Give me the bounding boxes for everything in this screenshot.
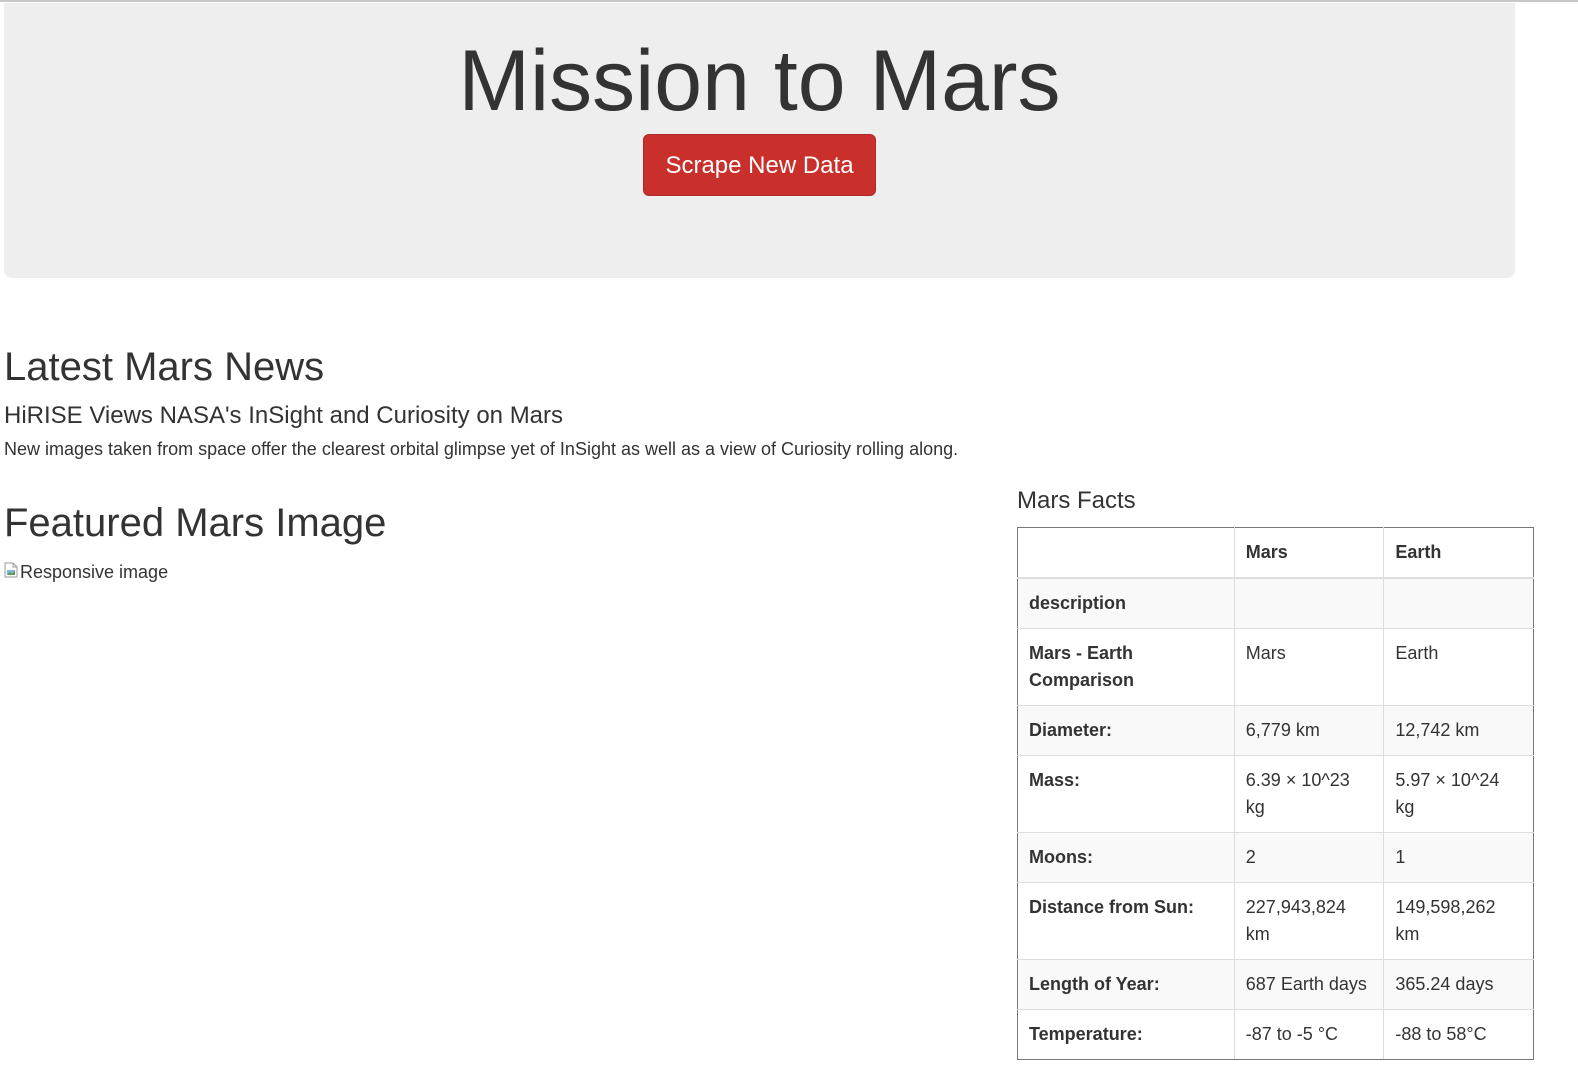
table-row: Diameter: 6,779 km 12,742 km bbox=[1017, 705, 1534, 756]
row-label: Length of Year: bbox=[1017, 959, 1235, 1010]
table-row: Mass: 6.39 × 10^23 kg 5.97 × 10^24 kg bbox=[1017, 755, 1534, 833]
row-label: Moons: bbox=[1017, 832, 1235, 883]
table-row: Temperature: -87 to -5 °C -88 to 58°C bbox=[1017, 1009, 1534, 1060]
mars-facts-table: Mars Earth description Mars - Earth Comp… bbox=[1017, 527, 1534, 1060]
mars-value: 6.39 × 10^23 kg bbox=[1233, 755, 1385, 833]
featured-image-alt-text: Responsive image bbox=[20, 561, 169, 582]
earth-value: 1 bbox=[1383, 832, 1534, 883]
featured-image: Responsive image bbox=[4, 560, 168, 584]
earth-value: 149,598,262 km bbox=[1383, 882, 1534, 960]
earth-value: 12,742 km bbox=[1383, 705, 1534, 756]
row-label: Temperature: bbox=[1017, 1009, 1235, 1060]
row-label: Diameter: bbox=[1017, 705, 1235, 756]
mars-value: -87 to -5 °C bbox=[1233, 1009, 1385, 1060]
latest-news-heading: Latest Mars News bbox=[4, 345, 325, 389]
mars-value: Mars bbox=[1233, 628, 1385, 706]
table-row: Length of Year: 687 Earth days 365.24 da… bbox=[1017, 959, 1534, 1010]
mars-facts-heading: Mars Facts bbox=[1017, 487, 1136, 514]
earth-value: -88 to 58°C bbox=[1383, 1009, 1534, 1060]
top-border bbox=[0, 0, 1578, 2]
featured-image-heading: Featured Mars Image bbox=[4, 501, 387, 545]
table-row: Moons: 2 1 bbox=[1017, 832, 1534, 883]
column-header-earth: Earth bbox=[1383, 527, 1534, 579]
news-headline: HiRISE Views NASA's InSight and Curiosit… bbox=[4, 402, 564, 429]
table-row: description bbox=[1017, 577, 1534, 629]
earth-value: 365.24 days bbox=[1383, 959, 1534, 1010]
broken-image-icon bbox=[4, 562, 18, 578]
table-header-row: Mars Earth bbox=[1017, 527, 1534, 579]
column-header-mars: Mars bbox=[1233, 527, 1385, 579]
column-header-blank bbox=[1017, 527, 1235, 579]
mars-value: 687 Earth days bbox=[1233, 959, 1385, 1010]
row-label: description bbox=[1017, 577, 1235, 629]
row-label: Mass: bbox=[1017, 755, 1235, 833]
earth-value: 5.97 × 10^24 kg bbox=[1383, 755, 1534, 833]
mars-value: 6,779 km bbox=[1233, 705, 1385, 756]
earth-value bbox=[1383, 577, 1534, 629]
mars-value bbox=[1233, 577, 1385, 629]
mars-value: 2 bbox=[1233, 832, 1385, 883]
row-label: Distance from Sun: bbox=[1017, 882, 1235, 960]
jumbotron-header: Mission to Mars Scrape New Data bbox=[4, 3, 1515, 278]
earth-value: Earth bbox=[1383, 628, 1534, 706]
news-teaser: New images taken from space offer the cl… bbox=[4, 439, 959, 459]
page-title: Mission to Mars bbox=[458, 33, 1061, 129]
row-label: Mars - Earth Comparison bbox=[1017, 628, 1235, 706]
table-row: Distance from Sun: 227,943,824 km 149,59… bbox=[1017, 882, 1534, 960]
mars-value: 227,943,824 km bbox=[1233, 882, 1385, 960]
scrape-new-data-button[interactable]: Scrape New Data bbox=[643, 134, 876, 196]
table-row: Mars - Earth Comparison Mars Earth bbox=[1017, 628, 1534, 706]
